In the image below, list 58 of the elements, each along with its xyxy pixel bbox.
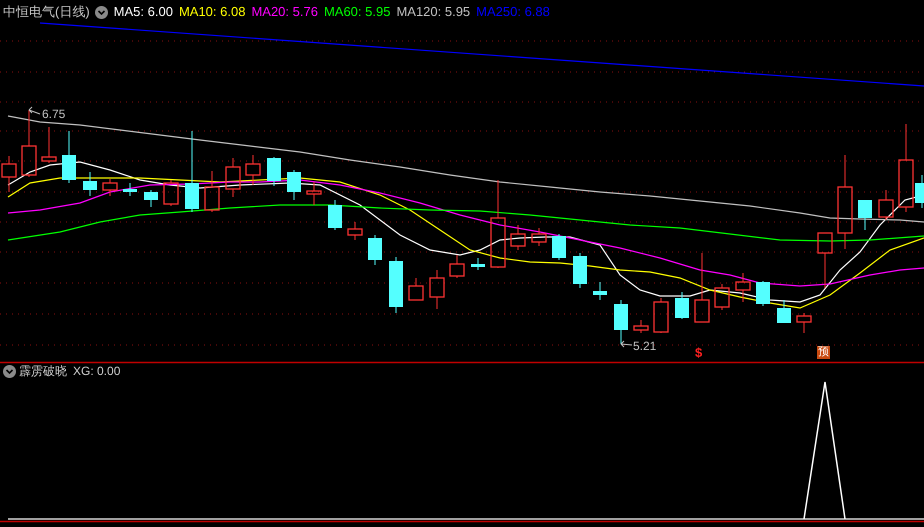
- dropdown-icon[interactable]: [94, 6, 108, 18]
- candlestick: [429, 270, 445, 310]
- candlestick: [449, 254, 465, 278]
- candlestick: [163, 180, 179, 206]
- candlestick: [796, 312, 812, 334]
- indicator-title: 霹雳破晓: [19, 363, 67, 379]
- candlestick: [328, 200, 342, 230]
- candlestick: [878, 190, 894, 220]
- candlestick: [245, 154, 261, 186]
- indicator-reading: XG: 0.00: [73, 363, 120, 379]
- candlestick: [531, 228, 547, 246]
- candlestick: [102, 178, 118, 196]
- candlestick: [144, 190, 158, 208]
- candlestick: [41, 126, 57, 164]
- candlestick: [83, 172, 97, 196]
- candlestick: [225, 158, 241, 198]
- indicator-label: MA120: 5.95: [396, 4, 470, 20]
- candlestick: [614, 300, 628, 344]
- candlestick: [756, 280, 770, 306]
- indicator-label: MA10: 6.08: [178, 4, 246, 20]
- candlestick: [21, 110, 37, 178]
- candlestick: [471, 258, 485, 270]
- indicator-label: MA20: 5.76: [251, 4, 318, 20]
- indicator-label: MA250: 6.88: [476, 4, 550, 20]
- pointer-line: [620, 340, 632, 348]
- candlestick: [123, 182, 137, 196]
- candlestick: [510, 224, 526, 250]
- candlestick: [858, 200, 872, 230]
- candlestick: [287, 170, 301, 200]
- indicator-label: MA5: 6.00: [114, 4, 173, 20]
- candlestick: [593, 282, 607, 300]
- candlestick: [204, 170, 220, 212]
- dollar-signal-marker: $: [695, 346, 702, 360]
- candlestick: [714, 284, 730, 310]
- candlestick: [368, 234, 382, 266]
- candlestick: [653, 298, 669, 334]
- candlestick: [817, 232, 833, 288]
- candlestick: [675, 292, 689, 320]
- chart-title: 中恒电气(日线): [3, 4, 90, 20]
- candlestick: [267, 156, 281, 186]
- low-price-label: 5.21: [633, 339, 656, 353]
- candlestick: [633, 320, 649, 334]
- pointer-line: [28, 106, 40, 114]
- forecast-badge: 预: [817, 346, 830, 359]
- candlestick: [62, 130, 76, 184]
- candlestick: [408, 278, 424, 301]
- candlestick: [777, 300, 791, 324]
- candlestick: [389, 256, 403, 314]
- indicator-label: MA60: 5.95: [324, 4, 390, 20]
- candlestick: [347, 222, 363, 240]
- candlestick: [735, 272, 751, 302]
- candlestick: [1, 156, 17, 192]
- high-price-label: 6.75: [42, 107, 66, 121]
- candlestick: [552, 234, 566, 260]
- dropdown-icon[interactable]: [3, 365, 16, 378]
- candlestick: [573, 252, 587, 288]
- candlestick: [306, 182, 322, 206]
- candlestick: [694, 252, 710, 323]
